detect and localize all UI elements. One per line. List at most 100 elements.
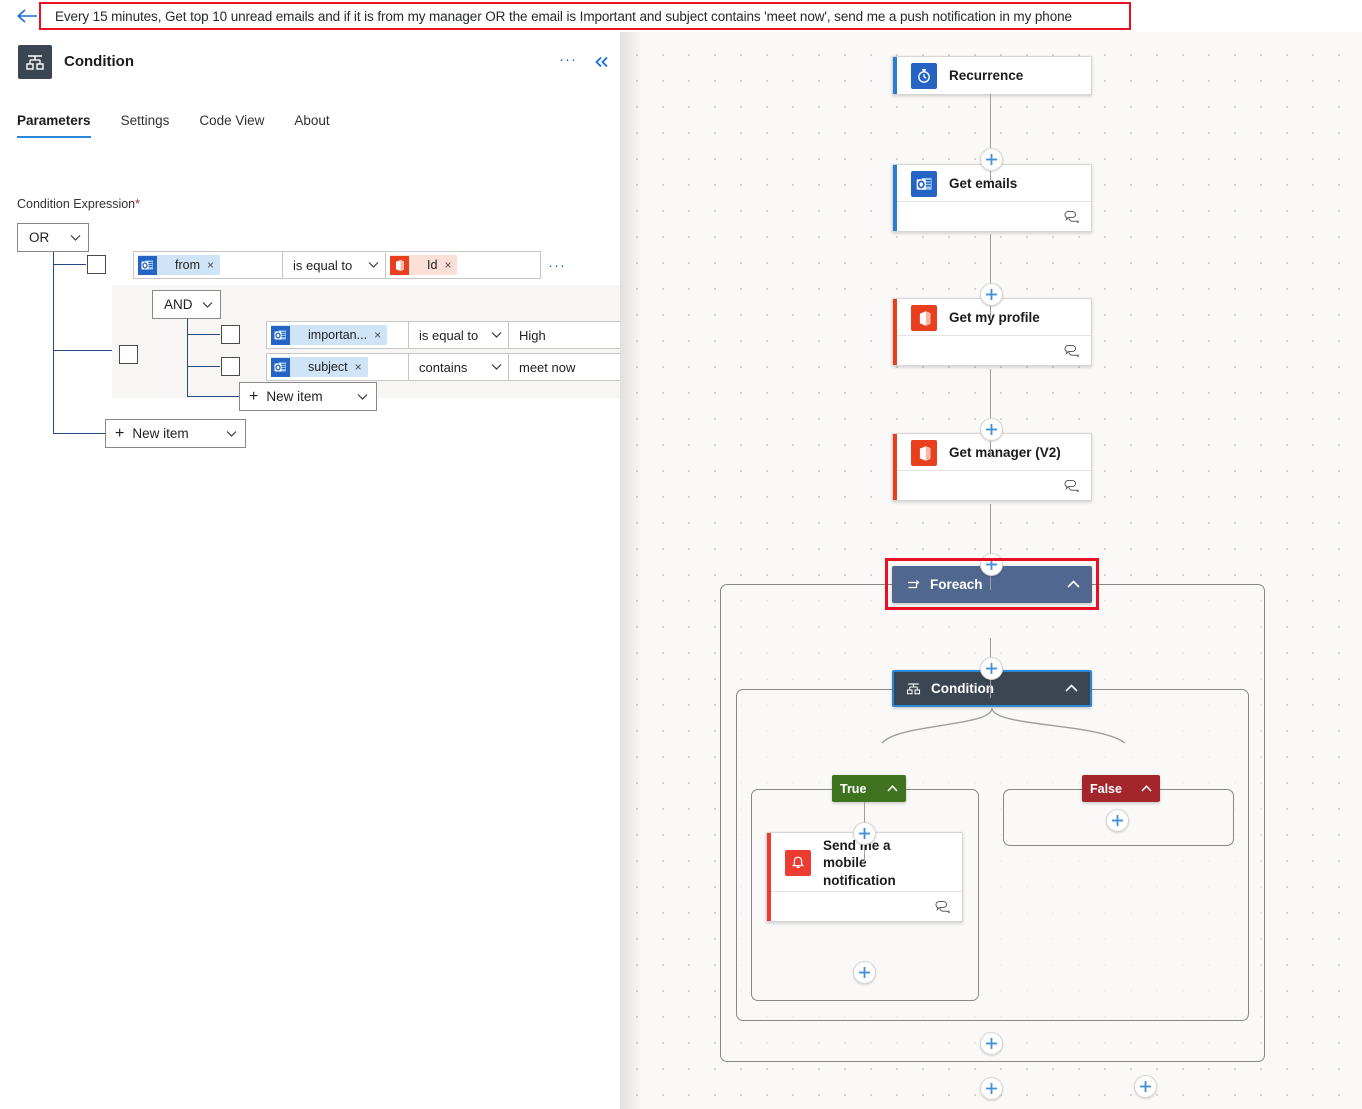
outlook-icon bbox=[911, 171, 937, 197]
node-get-emails[interactable]: Get emails bbox=[892, 164, 1092, 232]
add-step-button-bottom[interactable] bbox=[1134, 1075, 1157, 1098]
office-icon bbox=[390, 256, 409, 275]
chevron-up-icon[interactable] bbox=[885, 785, 906, 793]
condition-row: from × is equal to bbox=[133, 251, 541, 279]
tree-branch-line bbox=[53, 433, 105, 434]
add-step-button[interactable] bbox=[980, 553, 1003, 576]
add-step-button[interactable] bbox=[980, 283, 1003, 306]
row-operator-value: contains bbox=[419, 360, 467, 375]
group-new-item-button[interactable]: + New item bbox=[239, 382, 377, 411]
chevron-up-icon[interactable] bbox=[1061, 580, 1092, 589]
row-checkbox[interactable] bbox=[221, 357, 240, 376]
chevron-up-icon[interactable] bbox=[1059, 684, 1090, 693]
panel-more-button[interactable]: ··· bbox=[558, 54, 578, 72]
panel-collapse-button[interactable] bbox=[592, 52, 612, 72]
chevron-down-icon bbox=[226, 430, 237, 438]
condition-row: importan... × is equal to High bbox=[266, 321, 620, 349]
row-more-button[interactable]: ··· bbox=[548, 261, 566, 271]
token-chip: Id × bbox=[390, 255, 457, 275]
token-remove-icon[interactable]: × bbox=[374, 328, 381, 342]
outlook-icon bbox=[271, 326, 290, 345]
outlook-icon bbox=[271, 358, 290, 377]
tree-branch-line bbox=[53, 350, 118, 351]
add-step-button-false[interactable] bbox=[1106, 809, 1129, 832]
scope-header-true[interactable]: True bbox=[832, 775, 906, 802]
add-step-button-foreach-end[interactable] bbox=[980, 1032, 1003, 1055]
branch-connector-lines bbox=[750, 705, 1270, 765]
connector-line bbox=[990, 234, 991, 320]
row-value-cell[interactable]: Id × bbox=[386, 251, 541, 279]
row-value-input[interactable]: High bbox=[509, 321, 620, 349]
add-step-button[interactable] bbox=[980, 418, 1003, 441]
tree-trunk-line bbox=[53, 252, 54, 434]
add-step-button[interactable] bbox=[980, 657, 1003, 680]
panel-tabs: Parameters Settings Code View About bbox=[17, 113, 360, 138]
scope-header-false[interactable]: False bbox=[1082, 775, 1160, 802]
node-footer bbox=[897, 335, 1091, 365]
row-checkbox[interactable] bbox=[221, 325, 240, 344]
flow-canvas[interactable]: Recurrence Get emails bbox=[620, 32, 1362, 1109]
loop-icon bbox=[892, 578, 920, 591]
back-arrow-icon[interactable] bbox=[14, 5, 40, 27]
tab-code-view[interactable]: Code View bbox=[199, 113, 280, 138]
outlook-icon bbox=[138, 256, 157, 275]
flow-title: Every 15 minutes, Get top 10 unread emai… bbox=[55, 9, 1072, 24]
panel-title: Condition bbox=[64, 53, 134, 70]
row-field-cell[interactable]: subject × bbox=[266, 353, 409, 381]
condition-expression-builder: OR bbox=[0, 217, 620, 457]
row-operator-dropdown[interactable]: contains bbox=[409, 353, 509, 381]
comment-link-icon bbox=[1064, 210, 1079, 223]
condition-icon bbox=[894, 681, 921, 696]
chevron-down-icon bbox=[368, 261, 379, 269]
token-label: importan... bbox=[290, 328, 374, 342]
root-new-item-button[interactable]: + New item bbox=[105, 419, 246, 448]
node-label: Get emails bbox=[937, 175, 1017, 193]
tree-branch-line bbox=[53, 264, 86, 265]
token-remove-icon[interactable]: × bbox=[355, 360, 362, 374]
group-checkbox[interactable] bbox=[119, 345, 138, 364]
token-remove-icon[interactable]: × bbox=[207, 258, 214, 272]
row-operator-dropdown[interactable]: is equal to bbox=[283, 251, 386, 279]
office-icon bbox=[911, 440, 937, 466]
chevron-down-icon bbox=[491, 363, 502, 371]
plus-icon: + bbox=[249, 389, 258, 405]
node-label: Recurrence bbox=[937, 67, 1023, 85]
row-field-cell[interactable]: from × bbox=[133, 251, 283, 279]
root-operator-value: OR bbox=[29, 230, 49, 245]
token-label: Id bbox=[409, 258, 444, 272]
add-step-button-clipped[interactable] bbox=[980, 1077, 1003, 1100]
new-item-label: New item bbox=[266, 389, 322, 404]
chevron-down-icon bbox=[491, 331, 502, 339]
title-bar: Every 15 minutes, Get top 10 unread emai… bbox=[0, 0, 1362, 32]
row-operator-dropdown[interactable]: is equal to bbox=[409, 321, 509, 349]
panel-header: Condition ··· bbox=[0, 32, 620, 94]
token-remove-icon[interactable]: × bbox=[444, 258, 451, 272]
add-step-button-true-end[interactable] bbox=[853, 961, 876, 984]
comment-link-icon bbox=[1064, 344, 1079, 357]
chevron-up-icon[interactable] bbox=[1139, 785, 1160, 793]
root-operator-dropdown[interactable]: OR bbox=[17, 223, 89, 252]
tab-settings[interactable]: Settings bbox=[121, 113, 186, 138]
chevron-down-icon bbox=[70, 234, 81, 242]
add-step-button[interactable] bbox=[980, 148, 1003, 171]
office-icon bbox=[911, 305, 937, 331]
group-operator-dropdown[interactable]: AND bbox=[152, 290, 221, 319]
row-field-cell[interactable]: importan... × bbox=[266, 321, 409, 349]
token-label: subject bbox=[290, 360, 355, 374]
row-checkbox[interactable] bbox=[87, 255, 106, 274]
bell-icon bbox=[785, 850, 811, 876]
node-label: Get manager (V2) bbox=[937, 444, 1061, 462]
node-get-my-profile[interactable]: Get my profile bbox=[892, 298, 1092, 366]
node-recurrence[interactable]: Recurrence bbox=[892, 56, 1092, 95]
group-trunk-line bbox=[187, 319, 188, 397]
connector-line bbox=[990, 369, 991, 455]
tab-parameters[interactable]: Parameters bbox=[17, 113, 107, 138]
tab-about[interactable]: About bbox=[294, 113, 345, 138]
node-get-manager[interactable]: Get manager (V2) bbox=[892, 433, 1092, 501]
add-step-button-true[interactable] bbox=[853, 822, 876, 845]
group-operator-value: AND bbox=[164, 297, 193, 312]
plus-icon: + bbox=[115, 426, 124, 442]
row-operator-value: is equal to bbox=[293, 258, 352, 273]
row-value-input[interactable]: meet now bbox=[509, 353, 620, 381]
token-chip: subject × bbox=[271, 357, 368, 377]
